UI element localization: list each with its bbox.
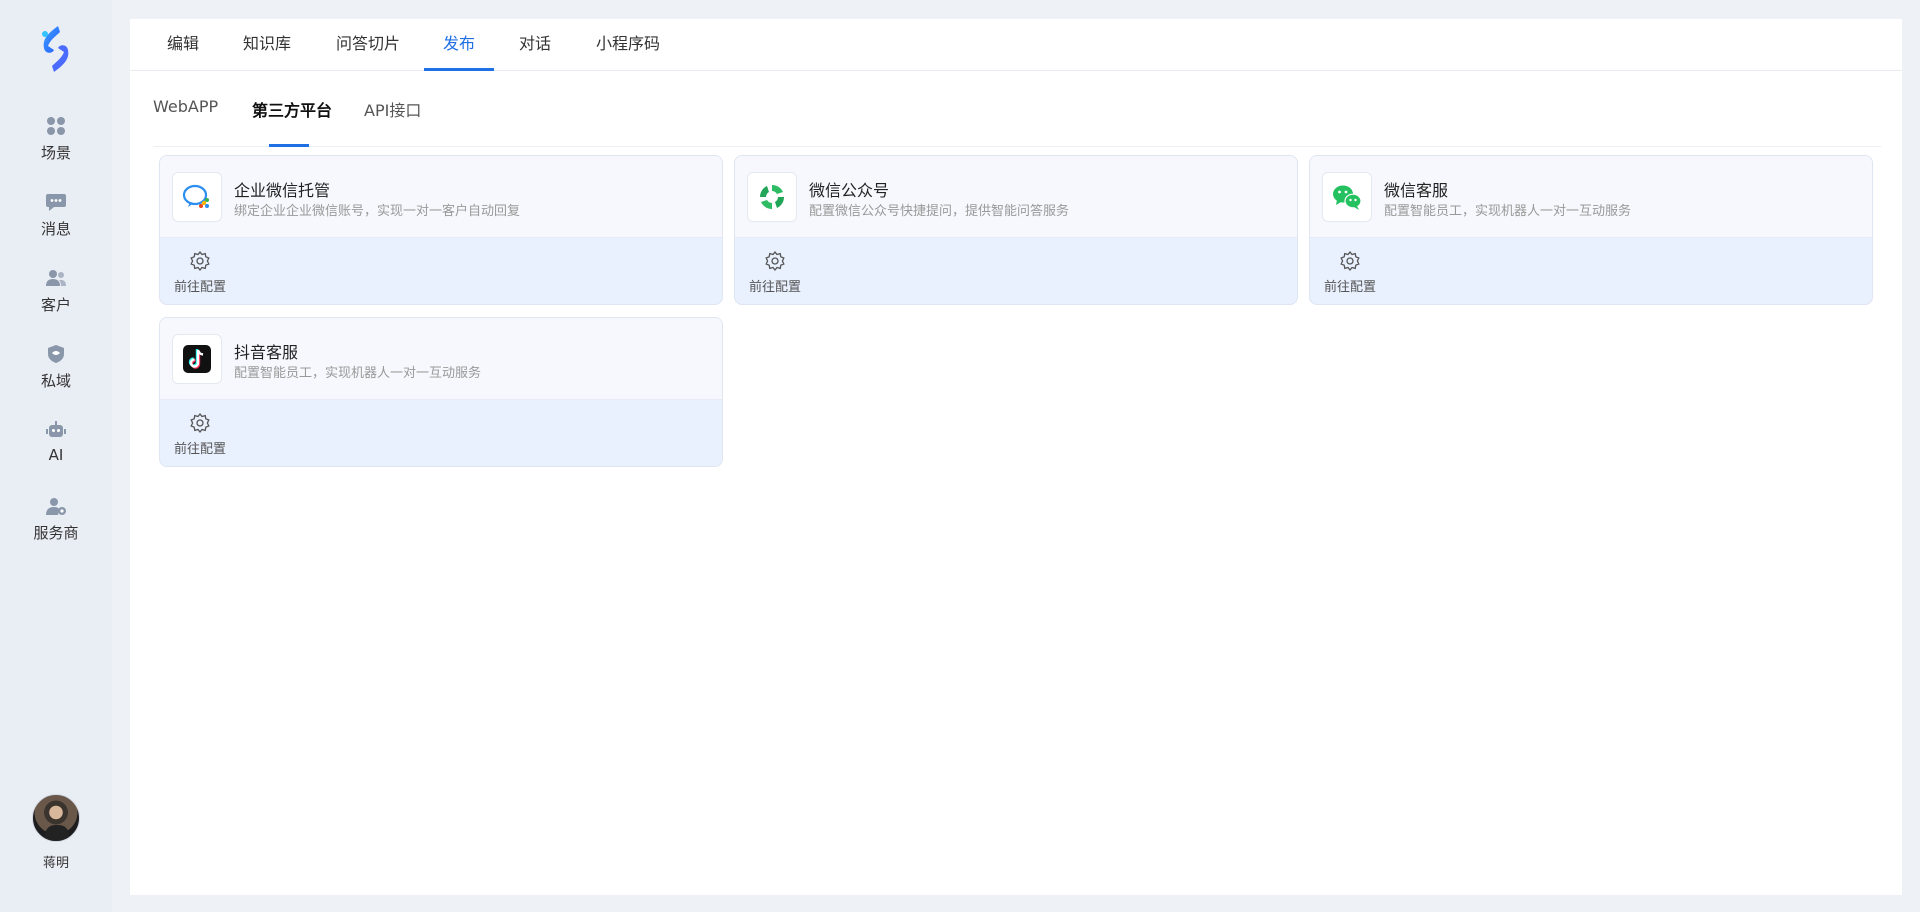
configure-label: 前往配置 (173, 280, 226, 295)
sidebar-item-scenes[interactable]: 场景 (0, 112, 112, 188)
app-logo[interactable] (36, 24, 76, 74)
subtab-webapp[interactable]: WebAPP (153, 97, 218, 147)
user-name: 蒋明 (42, 856, 69, 871)
sidebar-item-service-provider[interactable]: 服务商 (0, 492, 112, 568)
sidebar-item-label: 服务商 (33, 524, 79, 542)
card-header: 微信公众号 配置微信公众号快捷提问，提供智能问答服务 (735, 156, 1297, 238)
user-profile[interactable]: 蒋明 (0, 794, 112, 871)
card-header: 微信客服 配置智能员工，实现机器人一对一互动服务 (1310, 156, 1872, 238)
sidebar-item-label: 私域 (40, 372, 71, 390)
user-gear-icon (44, 494, 68, 518)
configure-button[interactable]: 前往配置 (1320, 250, 1380, 295)
sidebar-item-label: 场景 (40, 144, 71, 162)
configure-button[interactable]: 前往配置 (745, 250, 805, 295)
card-douyin-customer-service[interactable]: 抖音客服 配置智能员工，实现机器人一对一互动服务 前往配置 (159, 317, 723, 467)
tab-miniprogram-code[interactable]: 小程序码 (595, 19, 661, 71)
avatar[interactable] (32, 794, 80, 842)
subtab-third-party[interactable]: 第三方平台 (252, 97, 332, 147)
sidebar-nav: 场景 消息 客户 私域 AI 服务商 (0, 112, 112, 568)
tab-edit[interactable]: 编辑 (166, 19, 200, 71)
main-panel: 编辑 知识库 问答切片 发布 对话 小程序码 WebAPP 第三方平台 API接… (130, 19, 1902, 895)
grid-icon (44, 114, 68, 138)
subtab-api[interactable]: API接口 (364, 97, 421, 147)
configure-button[interactable]: 前往配置 (170, 250, 230, 295)
card-description: 配置微信公众号快捷提问，提供智能问答服务 (809, 204, 1070, 219)
card-title: 企业微信托管 (234, 181, 331, 200)
card-header: 企业微信托管 绑定企业企业微信账号，实现一对一客户自动回复 (160, 156, 722, 238)
users-icon (44, 266, 68, 290)
gear-icon (190, 412, 210, 434)
chat-icon (44, 190, 68, 214)
subtab-indicator (269, 144, 309, 147)
douyin-icon (172, 334, 222, 384)
tab-publish[interactable]: 发布 (424, 19, 494, 71)
sidebar-item-label: 客户 (40, 296, 71, 314)
card-wechat-customer-service[interactable]: 微信客服 配置智能员工，实现机器人一对一互动服务 前往配置 (1309, 155, 1873, 305)
card-title: 抖音客服 (234, 343, 299, 362)
top-tabs: 编辑 知识库 问答切片 发布 对话 小程序码 (130, 19, 1902, 71)
tab-knowledge-base[interactable]: 知识库 (242, 19, 292, 71)
configure-button[interactable]: 前往配置 (170, 412, 230, 457)
sidebar-item-ai[interactable]: AI (0, 416, 112, 492)
sidebar: 场景 消息 客户 私域 AI 服务商 蒋明 (0, 0, 112, 912)
wechat-icon (1322, 172, 1372, 222)
tab-conversation[interactable]: 对话 (518, 19, 552, 71)
card-description: 绑定企业企业微信账号，实现一对一客户自动回复 (234, 204, 521, 219)
sidebar-item-messages[interactable]: 消息 (0, 188, 112, 264)
robot-icon (44, 418, 68, 442)
sidebar-item-private-domain[interactable]: 私域 (0, 340, 112, 416)
configure-label: 前往配置 (748, 280, 801, 295)
configure-label: 前往配置 (173, 442, 226, 457)
sub-tabs: WebAPP 第三方平台 API接口 (153, 71, 1881, 147)
card-wechat-official-account[interactable]: 微信公众号 配置微信公众号快捷提问，提供智能问答服务 前往配置 (734, 155, 1298, 305)
tab-qa-slices[interactable]: 问答切片 (335, 19, 401, 71)
gear-icon (190, 250, 210, 272)
wecom-icon (172, 172, 222, 222)
card-description: 配置智能员工，实现机器人一对一互动服务 (234, 366, 482, 381)
sidebar-item-label: 消息 (40, 220, 71, 238)
card-wecom-hosting[interactable]: 企业微信托管 绑定企业企业微信账号，实现一对一客户自动回复 前往配置 (159, 155, 723, 305)
wechat-official-icon (747, 172, 797, 222)
shield-icon (44, 342, 68, 366)
gear-icon (1340, 250, 1360, 272)
card-title: 微信公众号 (809, 181, 890, 200)
sidebar-item-label: AI (48, 446, 64, 464)
card-title: 微信客服 (1384, 181, 1449, 200)
card-description: 配置智能员工，实现机器人一对一互动服务 (1384, 204, 1632, 219)
sidebar-item-customers[interactable]: 客户 (0, 264, 112, 340)
configure-label: 前往配置 (1323, 280, 1376, 295)
card-header: 抖音客服 配置智能员工，实现机器人一对一互动服务 (160, 318, 722, 400)
gear-icon (765, 250, 785, 272)
